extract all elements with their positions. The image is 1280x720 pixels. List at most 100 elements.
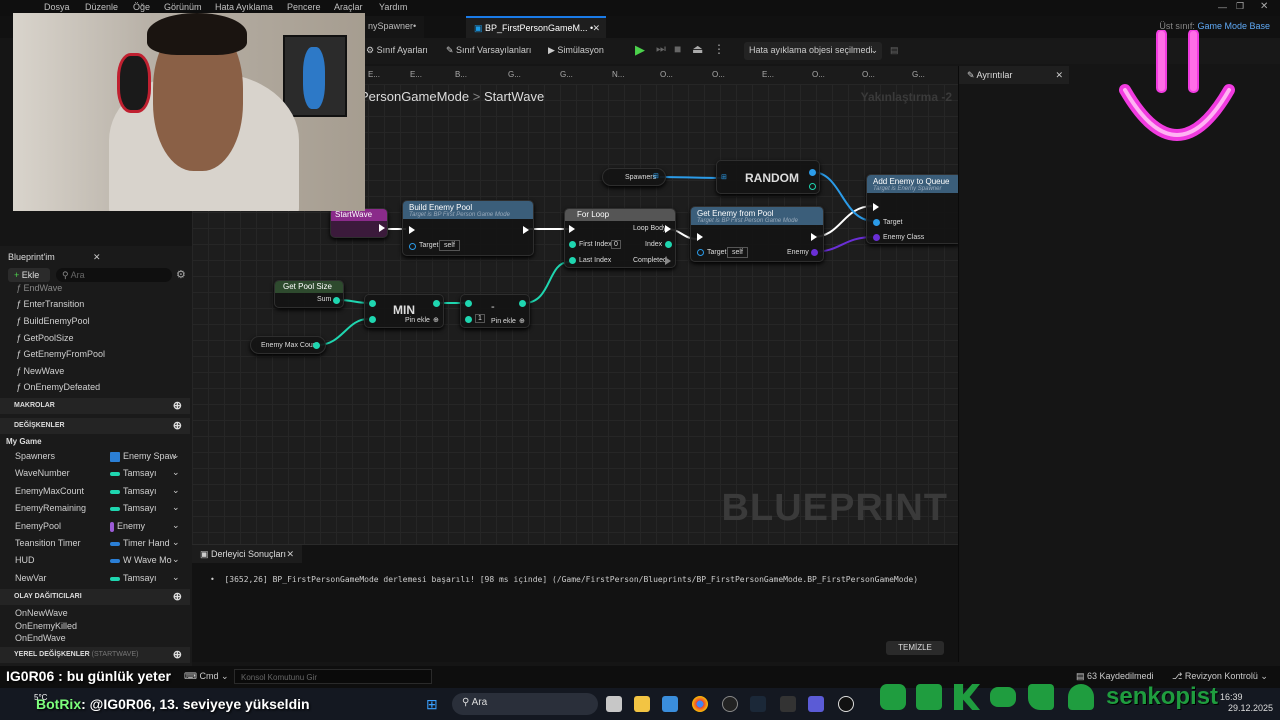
graph-tab[interactable]: O... <box>862 70 875 79</box>
graph-tab[interactable]: O... <box>660 70 673 79</box>
completed-pin[interactable] <box>665 257 671 265</box>
tab-bp-first-person-game-mode[interactable]: ▣ BP_FirstPersonGameM... • ✕ <box>466 16 606 38</box>
min-output[interactable] <box>433 300 440 307</box>
exec-in-pin[interactable] <box>569 225 575 233</box>
store-icon[interactable] <box>662 696 678 712</box>
function-item[interactable]: ƒ EnterTransition <box>16 299 84 309</box>
variable-row[interactable]: EnemyMaxCount Tamsayı ⌄ <box>0 484 190 500</box>
section-macros[interactable]: MAKROLAR ⊕ <box>0 398 190 414</box>
node-start-wave[interactable]: StartWave <box>330 208 388 238</box>
eject-icon[interactable]: ⏏ <box>692 42 703 56</box>
function-item[interactable]: ƒ NewWave <box>16 366 64 376</box>
simulation-button[interactable]: ▶ Simülasyon <box>548 45 604 56</box>
eye-icon[interactable]: ⌄ <box>172 554 180 565</box>
add-variable-icon[interactable]: ⊕ <box>173 419 182 432</box>
file-explorer-icon[interactable] <box>634 696 650 712</box>
sum-pin[interactable] <box>333 297 340 304</box>
task-view-icon[interactable] <box>606 696 622 712</box>
close-panel-icon[interactable]: ✕ <box>93 252 101 263</box>
minimize-icon[interactable]: — <box>1218 2 1227 12</box>
function-item[interactable]: ƒ EndWave <box>16 283 62 293</box>
obs-icon[interactable] <box>722 696 738 712</box>
node-random[interactable]: ⊞ RANDOM <box>716 160 820 194</box>
enemy-pin[interactable] <box>811 249 818 256</box>
subtract-value[interactable]: 1 <box>475 314 485 323</box>
section-event-dispatchers[interactable]: OLAY DAĞITICILARI ⊕ <box>0 589 190 605</box>
subtract-input-b[interactable] <box>465 316 472 323</box>
menu-window[interactable]: Pencere <box>287 2 321 12</box>
array-pin-icon[interactable]: ⊞ <box>653 172 659 180</box>
eye-icon[interactable]: ⌄ <box>172 537 180 548</box>
discord-icon[interactable] <box>808 696 824 712</box>
index-pin[interactable] <box>665 241 672 248</box>
subtract-input-a[interactable] <box>465 300 472 307</box>
section-local-variables[interactable]: YEREL DEĞİŞKENLER (STARTWAVE) ⊕ <box>0 647 190 663</box>
exec-out-pin[interactable] <box>523 226 529 234</box>
step-icon[interactable]: ⏭ <box>656 43 666 56</box>
eye-icon[interactable]: ⌄ <box>172 502 180 513</box>
variable-row[interactable]: EnemyRemaining Tamsayı ⌄ <box>0 501 190 517</box>
enemy-class-pin[interactable] <box>873 234 880 241</box>
add-macro-icon[interactable]: ⊕ <box>173 399 182 412</box>
node-enemy-max-count[interactable]: Enemy Max Count <box>250 336 326 354</box>
exec-out-pin[interactable] <box>811 233 817 241</box>
debug-object-dropdown[interactable]: Hata ayıklama objesi seçilmedi ⌄ <box>744 42 882 60</box>
first-index-pin[interactable] <box>569 241 576 248</box>
settings-gear-icon[interactable]: ⚙ <box>176 268 186 281</box>
graph-tab[interactable]: N... <box>612 70 624 79</box>
node-add-enemy-to-queue[interactable]: Add Enemy to Queue Target is Enemy Spawne… <box>866 174 958 244</box>
taskbar-search[interactable]: ⚲ Ara <box>452 693 598 715</box>
unsaved-assets-button[interactable]: ▤ 63 Kaydedilmedi <box>1076 671 1154 682</box>
random-index-pin[interactable] <box>809 183 816 190</box>
maximize-icon[interactable]: ❐ <box>1236 1 1244 12</box>
graph-tab[interactable]: O... <box>712 70 725 79</box>
menu-help[interactable]: Yardım <box>379 2 407 12</box>
add-pin-button[interactable]: Pin ekle <box>405 317 430 324</box>
section-variables[interactable]: DEĞİŞKENLER ⊕ <box>0 418 190 434</box>
node-get-pool-size[interactable]: Get Pool Size Sum <box>274 280 344 308</box>
variable-row[interactable]: Teansition Timer Timer Hand ⌄ <box>0 536 190 552</box>
node-subtract[interactable]: 1 - Pin ekle ⊕ <box>460 294 530 328</box>
random-item-pin[interactable] <box>809 169 816 176</box>
search-input[interactable]: ⚲ Ara <box>56 268 172 282</box>
graph-tab[interactable]: E... <box>368 70 380 79</box>
play-icon[interactable]: ▶ <box>635 42 645 58</box>
graph-tab[interactable]: G... <box>912 70 925 79</box>
more-options-icon[interactable]: ⋮ <box>713 42 725 56</box>
variable-row[interactable]: Spawners Enemy Spaw ⌄ <box>0 449 190 465</box>
graph-tab[interactable]: E... <box>762 70 774 79</box>
class-settings-button[interactable]: ⚙ Sınıf Ayarları <box>366 45 428 56</box>
exec-out-pin[interactable] <box>379 224 385 232</box>
revision-control-button[interactable]: ⎇ Revizyon Kontrolü ⌄ <box>1172 671 1268 682</box>
graph-tab[interactable]: E... <box>410 70 422 79</box>
menu-view[interactable]: Görünüm <box>164 2 202 12</box>
exec-in-pin[interactable] <box>697 233 703 241</box>
class-defaults-button[interactable]: ✎ Sınıf Varsayılanları <box>446 45 531 56</box>
exec-in-pin[interactable] <box>409 226 415 234</box>
target-pin[interactable] <box>409 243 416 250</box>
graph-tab[interactable]: G... <box>508 70 521 79</box>
variable-out-pin[interactable] <box>313 342 320 349</box>
unreal-engine-icon[interactable] <box>838 696 854 712</box>
eye-icon[interactable]: ⌄ <box>172 520 180 531</box>
variable-category[interactable]: My Game <box>6 437 42 446</box>
dispatcher-item[interactable]: OnNewWave <box>15 608 68 618</box>
cmd-dropdown[interactable]: ⌨ Cmd ⌄ <box>184 671 229 682</box>
graph-tab[interactable]: B... <box>455 70 467 79</box>
close-tab-icon[interactable]: ✕ <box>1055 70 1063 81</box>
array-in-pin-icon[interactable]: ⊞ <box>721 173 727 181</box>
target-pin[interactable] <box>873 219 880 226</box>
graph-tab[interactable]: G... <box>560 70 573 79</box>
eye-icon[interactable]: ⌄ <box>172 485 180 496</box>
variable-row[interactable]: EnemyPool Enemy ⌄ <box>0 519 190 535</box>
first-index-value[interactable]: 0 <box>611 240 621 249</box>
menu-tools[interactable]: Araçlar <box>334 2 363 12</box>
chrome-icon[interactable] <box>692 696 708 712</box>
node-spawners[interactable]: Spawners ⊞ <box>602 168 666 186</box>
graph-tab[interactable]: O... <box>812 70 825 79</box>
console-input[interactable]: Konsol Komutunu Gir <box>234 669 432 684</box>
compiler-results-tab[interactable]: ▣ Derleyici Sonuçları ✕ <box>192 545 302 563</box>
exec-in-pin[interactable] <box>873 203 879 211</box>
tab-enemy-spawner[interactable]: nySpawner• <box>360 16 425 38</box>
node-min[interactable]: MIN Pin ekle ⊕ <box>364 294 444 328</box>
